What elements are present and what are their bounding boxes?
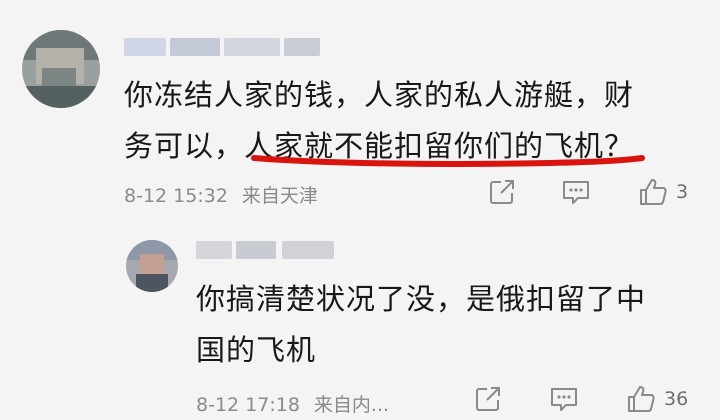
comment-2: 你搞清楚状况了没，是俄扣留了中 国的飞机 8-12 17:18 来自内... 36 xyxy=(0,215,720,420)
username-blurred[interactable] xyxy=(196,241,336,259)
comment-line-1: 你搞清楚状况了没，是俄扣留了中 xyxy=(196,282,647,316)
comment-meta: 8-12 15:32 来自天津 xyxy=(124,181,318,208)
avatar[interactable] xyxy=(126,240,178,292)
comment-line-2: 国的飞机 xyxy=(196,333,317,367)
comment-line-2-prefix: 务可以， xyxy=(124,129,245,163)
comment-1: 你冻结人家的钱，人家的私人游艇，财 务可以，人家就不能扣留你们的飞机？ 8-12… xyxy=(0,0,720,215)
like-count: 3 xyxy=(676,181,689,203)
avatar[interactable] xyxy=(22,30,100,108)
share-button[interactable] xyxy=(474,385,502,413)
comment-meta: 8-12 17:18 来自内... xyxy=(196,390,389,417)
underlined-phrase: 人家就不能扣留你们的飞机 xyxy=(244,129,605,163)
comment-icon xyxy=(551,388,577,411)
comment-time: 8-12 15:32 xyxy=(124,185,228,207)
like-button[interactable]: 36 xyxy=(626,384,688,414)
like-count: 36 xyxy=(664,388,689,410)
comment-text: 你搞清楚状况了没，是俄扣留了中 国的飞机 xyxy=(196,274,696,376)
comment-location: 来自内... xyxy=(313,394,390,416)
comment-line-1: 你冻结人家的钱，人家的私人游艇，财 xyxy=(124,78,635,112)
like-icon xyxy=(628,386,655,412)
share-icon xyxy=(490,180,514,204)
share-icon xyxy=(476,387,500,411)
comment-icon xyxy=(563,181,589,204)
comment-text: 你冻结人家的钱，人家的私人游艇，财 务可以，人家就不能扣留你们的飞机？ xyxy=(124,70,704,172)
comment-location: 来自天津 xyxy=(241,185,318,207)
share-button[interactable] xyxy=(488,178,516,206)
username-blurred[interactable] xyxy=(124,38,320,56)
comment-line-2-suffix: ？ xyxy=(604,129,635,163)
comment-button[interactable] xyxy=(549,385,579,413)
like-button[interactable]: 3 xyxy=(638,177,688,207)
comment-button[interactable] xyxy=(561,178,591,206)
comment-time: 8-12 17:18 xyxy=(196,394,300,416)
like-icon xyxy=(640,179,667,205)
